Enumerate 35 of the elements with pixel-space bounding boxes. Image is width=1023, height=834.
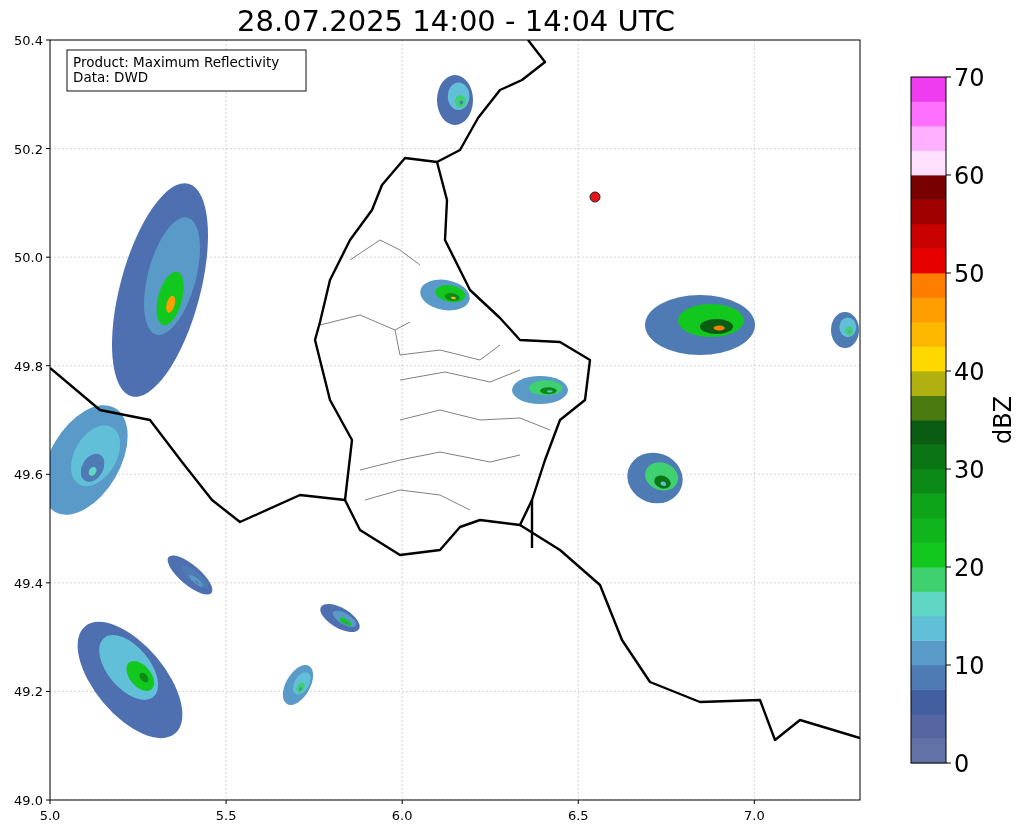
colorbar-tick-label: 60 (954, 162, 985, 190)
radar-echo-drawing (831, 312, 859, 348)
y-tick-label: 49.0 (14, 793, 43, 808)
y-tick-label: 50.0 (14, 250, 43, 266)
x-tick-label: 5.5 (215, 808, 237, 823)
colorbar-tick-label: 40 (954, 358, 985, 386)
chart-title: 28.07.2025 14:00 - 14:04 UTC (237, 4, 675, 38)
colorbar-tick-label: 10 (954, 652, 985, 680)
legend-text: Product: Maximum Reflectivity (73, 54, 280, 70)
legend-text: Data: DWD (73, 69, 149, 85)
radar-echo-drawing (437, 75, 473, 125)
radar-echo-drawing (320, 604, 360, 632)
radar-echo-drawing (512, 376, 568, 404)
colorbar-label: dBZ (989, 395, 1017, 445)
y-tick-label: 50.4 (14, 33, 43, 48)
y-tick-label: 49.2 (14, 684, 43, 700)
colorbar-tick-label: 70 (954, 64, 985, 92)
colorbar-tick-label: 0 (954, 750, 970, 778)
radar-echo-drawing (420, 279, 470, 311)
radar-echo-drawing (167, 555, 213, 595)
x-tick-label: 6.5 (567, 808, 589, 823)
x-tick-label: 5.0 (39, 808, 61, 823)
x-tick-label: 6.0 (391, 808, 413, 823)
x-tick-label: 7.0 (744, 808, 765, 823)
colorbar-tick-label: 30 (954, 456, 985, 484)
y-tick-label: 50.2 (14, 141, 43, 157)
location-marker (589, 191, 601, 203)
colorbar-tick-label: 50 (954, 260, 985, 288)
colorbar-tick-label: 20 (954, 554, 985, 582)
district-boundary (349, 239, 421, 266)
y-tick-label: 49.4 (14, 575, 43, 591)
radar-echo-drawing (627, 452, 683, 504)
y-tick-label: 49.6 (14, 467, 43, 483)
radar-echo-drawing (282, 665, 314, 705)
y-tick-label: 49.8 (14, 358, 43, 374)
